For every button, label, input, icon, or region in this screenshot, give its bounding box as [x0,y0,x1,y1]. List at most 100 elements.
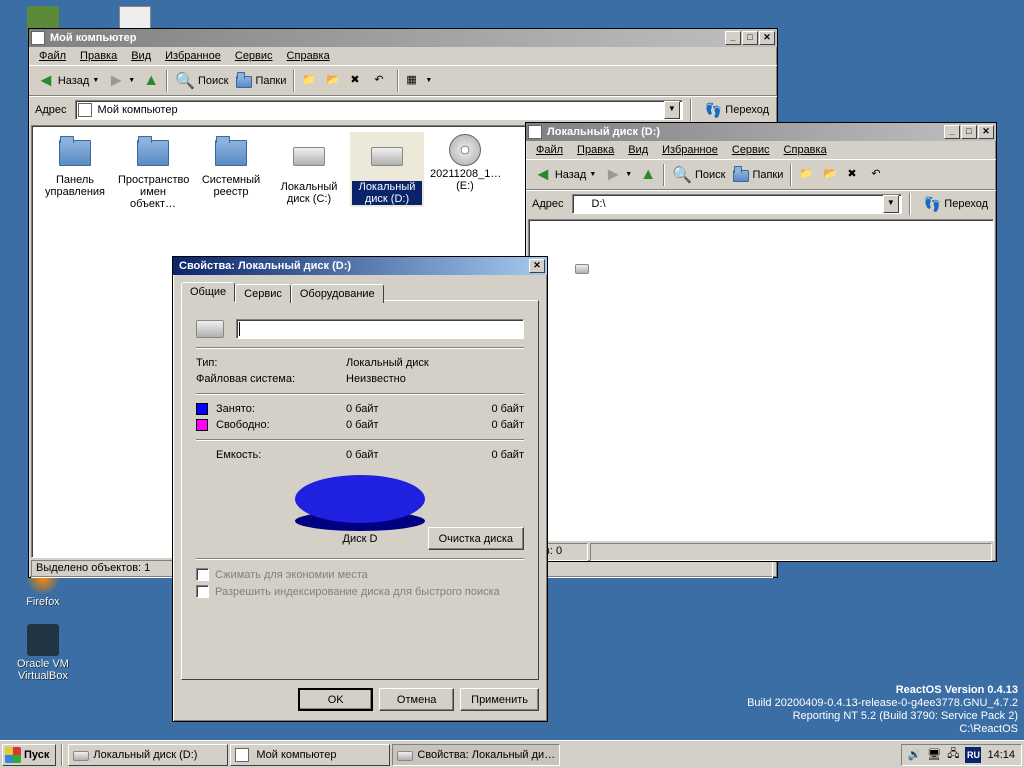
item-namespace[interactable]: Пространство имен объект… [116,132,190,212]
menu-edit[interactable]: Правка [74,48,123,64]
item-disk-c[interactable]: Локальный диск (C:) [272,132,346,207]
compress-checkbox[interactable] [196,568,209,581]
task-d[interactable]: Локальный диск (D:) [68,744,228,766]
minimize-button[interactable]: _ [725,31,741,45]
type-value: Локальный диск [346,357,429,369]
tray: 🔊 🖥 🖧 RU 14:14 [901,744,1022,766]
tab-service[interactable]: Сервис [235,284,291,303]
menu-tools[interactable]: Сервис [726,142,776,158]
address-field[interactable]: Мой компьютер ▼ [75,100,683,120]
ok-button[interactable]: OK [298,688,373,711]
task-props[interactable]: Свойства: Локальный ди… [392,744,560,766]
menu-help[interactable]: Справка [281,48,336,64]
menu-help[interactable]: Справка [778,142,833,158]
cap-readable: 0 байт [446,449,524,461]
menu-file[interactable]: Файл [33,48,72,64]
address-dropdown[interactable]: ▼ [664,101,680,119]
menu-file[interactable]: Файл [530,142,569,158]
up-button[interactable]: ▲ [139,70,163,92]
pie-chart [295,475,425,523]
copyto-icon: 📂 [823,167,839,183]
up-button[interactable]: ▲ [636,164,660,186]
close-button[interactable]: ✕ [529,259,545,273]
moveto-icon: 📁 [302,73,318,89]
tool-moveto[interactable]: 📁 [795,165,819,185]
language-indicator[interactable]: RU [965,747,981,763]
menubar: Файл Правка Вид Избранное Сервис Справка [29,47,777,65]
maximize-button[interactable]: □ [961,125,977,139]
tool-moveto[interactable]: 📁 [298,71,322,91]
back-button[interactable]: ◄Назад▼ [33,68,103,93]
item-disk-e[interactable]: 20211208_1… (E:) [428,132,502,194]
address-dropdown[interactable]: ▼ [883,195,899,213]
used-swatch [196,403,208,415]
cancel-button[interactable]: Отмена [379,688,454,711]
task-mycomp[interactable]: Мой компьютер [230,744,390,766]
forward-button[interactable]: ►▼ [600,162,636,187]
menu-view[interactable]: Вид [622,142,654,158]
go-button[interactable]: 👣Переход [699,100,775,121]
up-icon: ▲ [640,166,656,184]
volume-name-input[interactable] [236,319,524,339]
window-title: Локальный диск (D:) [545,126,944,138]
menu-fav[interactable]: Избранное [656,142,724,158]
tab-general[interactable]: Общие [181,282,235,302]
cap-label: Емкость: [216,449,346,461]
tool-undo[interactable]: ↶ [867,165,891,185]
tab-hardware[interactable]: Оборудование [291,284,384,303]
desk-vbox[interactable]: Oracle VM VirtualBox [8,624,78,682]
menu-edit[interactable]: Правка [571,142,620,158]
tool-delete[interactable]: ✖ [843,165,867,185]
sound-icon[interactable]: 🔊 [908,748,922,761]
folders-icon [733,167,749,183]
apply-button[interactable]: Применить [460,688,539,711]
tool-delete[interactable]: ✖ [346,71,370,91]
close-button[interactable]: ✕ [978,125,994,139]
delete-icon: ✖ [847,167,863,183]
tool-copyto[interactable]: 📂 [819,165,843,185]
free-readable: 0 байт [446,419,524,431]
start-button[interactable]: Пуск [2,744,56,766]
search-button[interactable]: 🔍Поиск [668,163,729,187]
item-registry[interactable]: Системный реестр [194,132,268,200]
titlebar[interactable]: Свойства: Локальный диск (D:) ✕ [173,257,547,275]
index-checkbox[interactable] [196,585,209,598]
menu-view[interactable]: Вид [125,48,157,64]
tool-undo[interactable]: ↶ [370,71,394,91]
folders-icon [236,73,252,89]
search-icon: 🔍 [175,71,195,91]
folders-button[interactable]: Папки [729,165,787,185]
forward-button[interactable]: ►▼ [103,68,139,93]
back-icon: ◄ [534,164,552,185]
moveto-icon: 📁 [799,167,815,183]
fs-value: Неизвестно [346,373,406,385]
forward-icon: ► [604,164,622,185]
address-field[interactable]: D:\ ▼ [572,194,902,214]
maximize-button[interactable]: □ [742,31,758,45]
usb-icon[interactable]: 🖥 [927,748,941,761]
item-disk-d[interactable]: Локальный диск (D:) [350,132,424,207]
folders-button[interactable]: Папки [232,71,290,91]
item-control-panel[interactable]: Панель управления [38,132,112,200]
back-button[interactable]: ◄Назад▼ [530,162,600,187]
used-label: Занято: [216,403,346,415]
disk-icon [196,320,224,338]
tool-copyto[interactable]: 📂 [322,71,346,91]
minimize-button[interactable]: _ [944,125,960,139]
menu-tools[interactable]: Сервис [229,48,279,64]
taskbar: Пуск Локальный диск (D:) Мой компьютер С… [0,740,1024,768]
titlebar[interactable]: Локальный диск (D:) _ □ ✕ [526,123,996,141]
close-button[interactable]: ✕ [759,31,775,45]
cleanup-button[interactable]: Очистка диска [428,527,524,550]
search-button[interactable]: 🔍Поиск [171,69,232,93]
go-button[interactable]: 👣Переход [918,194,994,215]
tool-views[interactable]: ▦▼ [402,71,436,91]
titlebar[interactable]: Мой компьютер _ □ ✕ [29,29,777,47]
undo-icon: ↶ [374,73,390,89]
clock[interactable]: 14:14 [987,749,1015,761]
network-icon[interactable]: 🖧 [947,745,959,764]
window-disk-d: Локальный диск (D:) _ □ ✕ Файл Правка Ви… [525,122,997,562]
type-label: Тип: [196,357,346,369]
menu-fav[interactable]: Избранное [159,48,227,64]
file-view[interactable] [528,219,994,541]
